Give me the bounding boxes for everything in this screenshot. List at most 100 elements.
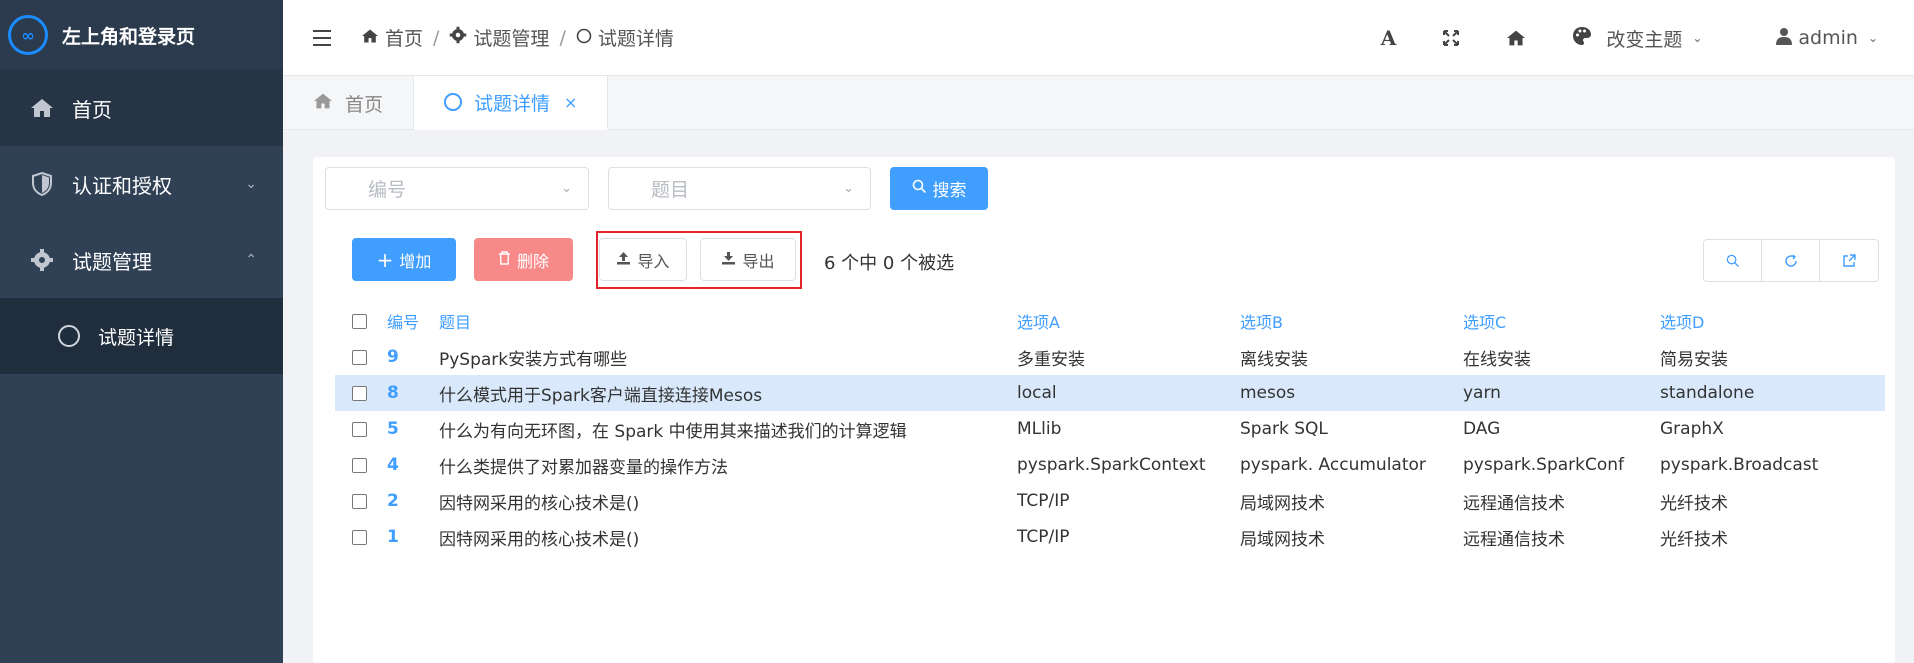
cell-option-d: 简易安装 bbox=[1660, 349, 1728, 370]
table-row[interactable]: 4 什么类提供了对累加器变量的操作方法 pyspark.SparkContext py… bbox=[335, 447, 1885, 483]
cell-option-d: standalone bbox=[1660, 383, 1755, 403]
column-header-a[interactable]: 选项A bbox=[1017, 309, 1240, 333]
sidebar-subitem-label: 试题详情 bbox=[98, 326, 175, 349]
cell-title: 什么模式用于Spark客户端直接连接Mesos bbox=[439, 385, 763, 406]
cell-option-b: Spark SQL bbox=[1240, 419, 1328, 439]
upload-icon bbox=[616, 250, 631, 269]
column-header-title[interactable]: 题目 bbox=[439, 309, 1017, 333]
chevron-down-icon: ⌄ bbox=[1692, 31, 1703, 45]
cell-option-d: 光纤技术 bbox=[1660, 529, 1728, 550]
cell-title: 因特网采用的核心技术是() bbox=[439, 529, 640, 550]
breadcrumb: 首页 / 试题管理 / 试题详情 bbox=[361, 24, 674, 51]
external-link-icon[interactable] bbox=[1820, 240, 1878, 281]
row-checkbox[interactable] bbox=[351, 457, 367, 473]
column-header-b[interactable]: 选项B bbox=[1240, 309, 1463, 333]
add-label: 增加 bbox=[399, 251, 432, 271]
sidebar-item-label: 试题管理 bbox=[72, 249, 152, 274]
tab-exam-detail[interactable]: 试题详情 × bbox=[414, 76, 609, 130]
sidebar: ∞ 左上角和登录页 首页 认证和授权 ⌄ 试题管理 ⌃ 试题详情 bbox=[0, 0, 283, 663]
add-button[interactable]: + 增加 bbox=[352, 238, 456, 281]
breadcrumb-separator: / bbox=[433, 26, 440, 49]
user-menu[interactable]: admin ⌄ bbox=[1776, 27, 1878, 50]
cell-option-d: GraphX bbox=[1660, 419, 1724, 439]
search-icon[interactable] bbox=[1704, 240, 1762, 281]
breadcrumb-exam-manage[interactable]: 试题管理 bbox=[473, 24, 549, 51]
sidebar-item-label: 认证和授权 bbox=[72, 173, 172, 198]
home-icon bbox=[28, 97, 56, 119]
cell-option-b: mesos bbox=[1240, 383, 1296, 403]
refresh-icon[interactable] bbox=[1762, 240, 1820, 281]
cell-option-c: DAG bbox=[1463, 419, 1501, 439]
cell-option-a: local bbox=[1017, 383, 1057, 403]
circle-icon bbox=[576, 27, 592, 49]
table-tools bbox=[1703, 239, 1879, 282]
close-icon[interactable]: × bbox=[564, 93, 577, 112]
cell-id[interactable]: 9 bbox=[383, 347, 439, 367]
tab-label: 首页 bbox=[345, 93, 384, 116]
id-filter-placeholder: 编号 bbox=[368, 179, 407, 201]
title-filter-select[interactable]: 题目 ⌄ bbox=[608, 167, 871, 210]
table-row[interactable]: 2 因特网采用的核心技术是() TCP/IP 局域网技术 远程通信技术 光纤技术 bbox=[335, 483, 1885, 519]
row-checkbox[interactable] bbox=[351, 529, 367, 545]
column-header-id[interactable]: 编号 bbox=[383, 309, 439, 333]
delete-button[interactable]: 删除 bbox=[474, 238, 573, 281]
table-row[interactable]: 9 PySpark安装方式有哪些 多重安装 离线安装 在线安装 简易安装 bbox=[335, 339, 1885, 375]
chevron-down-icon: ⌄ bbox=[561, 181, 572, 196]
logo-area[interactable]: ∞ 左上角和登录页 bbox=[0, 0, 283, 70]
home-icon bbox=[313, 92, 333, 115]
sidebar-subitem-exam-detail[interactable]: 试题详情 bbox=[0, 298, 283, 374]
header-actions: A 改变主题 ⌄ admin ⌄ bbox=[1381, 0, 1914, 76]
cell-option-b: pyspark. Accumulator bbox=[1240, 455, 1426, 475]
export-label: 导出 bbox=[742, 251, 775, 271]
delete-label: 删除 bbox=[516, 251, 549, 271]
table-row[interactable]: 5 什么为有向无环图，在 Spark 中使用其来描述我们的计算逻辑 MLlib Spa… bbox=[335, 411, 1885, 447]
row-checkbox[interactable] bbox=[351, 385, 367, 401]
chevron-down-icon: ⌄ bbox=[843, 181, 854, 196]
table-row[interactable]: 8 什么模式用于Spark客户端直接连接Mesos local mesos yarn st… bbox=[335, 375, 1885, 411]
tab-label: 试题详情 bbox=[474, 92, 551, 115]
cell-id[interactable]: 2 bbox=[383, 491, 439, 511]
circle-icon bbox=[444, 93, 463, 111]
row-checkbox[interactable] bbox=[351, 493, 367, 509]
cell-option-c: 远程通信技术 bbox=[1463, 493, 1565, 514]
cell-option-c: pyspark.SparkConf bbox=[1463, 455, 1625, 475]
column-header-d[interactable]: 选项D bbox=[1660, 309, 1860, 333]
title-filter-placeholder: 题目 bbox=[651, 179, 690, 201]
sidebar-item-exam[interactable]: 试题管理 ⌃ bbox=[0, 222, 283, 298]
font-size-icon[interactable]: A bbox=[1381, 26, 1397, 50]
question-table: 编号 题目 选项A 选项B 选项C 选项D 9 PySpark安装方式有哪些 多重安… bbox=[335, 303, 1885, 555]
shield-icon bbox=[28, 172, 56, 196]
home-icon bbox=[361, 27, 379, 49]
cell-id[interactable]: 8 bbox=[383, 383, 439, 403]
search-button[interactable]: 搜索 bbox=[890, 167, 988, 210]
breadcrumb-home[interactable]: 首页 bbox=[385, 24, 423, 51]
cell-option-a: pyspark.SparkContext bbox=[1017, 455, 1206, 475]
cell-title: 什么类提供了对累加器变量的操作方法 bbox=[439, 457, 728, 478]
search-icon bbox=[912, 179, 927, 199]
tab-home[interactable]: 首页 bbox=[283, 76, 415, 130]
fullscreen-icon[interactable] bbox=[1442, 29, 1460, 47]
import-button[interactable]: 导入 bbox=[599, 238, 687, 281]
theme-switcher[interactable]: 改变主题 ⌄ bbox=[1572, 25, 1702, 52]
export-button[interactable]: 导出 bbox=[700, 238, 796, 281]
column-header-c[interactable]: 选项C bbox=[1463, 309, 1660, 333]
row-checkbox[interactable] bbox=[351, 421, 367, 437]
hamburger-icon[interactable] bbox=[313, 29, 331, 46]
tab-bar: 首页 试题详情 × bbox=[283, 76, 1914, 130]
cell-title: 因特网采用的核心技术是() bbox=[439, 493, 640, 514]
cell-id[interactable]: 1 bbox=[383, 527, 439, 547]
home-icon[interactable] bbox=[1506, 29, 1526, 47]
sidebar-item-home[interactable]: 首页 bbox=[0, 70, 283, 146]
cell-id[interactable]: 4 bbox=[383, 455, 439, 475]
cell-title: 什么为有向无环图，在 Spark 中使用其来描述我们的计算逻辑 bbox=[439, 421, 907, 442]
search-label: 搜索 bbox=[932, 181, 967, 201]
sidebar-item-auth[interactable]: 认证和授权 ⌄ bbox=[0, 146, 283, 222]
row-checkbox[interactable] bbox=[351, 349, 367, 365]
user-icon bbox=[1776, 27, 1793, 50]
id-filter-select[interactable]: 编号 ⌄ bbox=[325, 167, 589, 210]
download-icon bbox=[721, 250, 736, 269]
cell-id[interactable]: 5 bbox=[383, 419, 439, 439]
chevron-down-icon: ⌄ bbox=[1867, 31, 1878, 45]
table-row[interactable]: 1 因特网采用的核心技术是() TCP/IP 局域网技术 远程通信技术 光纤技术 bbox=[335, 519, 1885, 555]
select-all-checkbox[interactable] bbox=[351, 313, 367, 329]
